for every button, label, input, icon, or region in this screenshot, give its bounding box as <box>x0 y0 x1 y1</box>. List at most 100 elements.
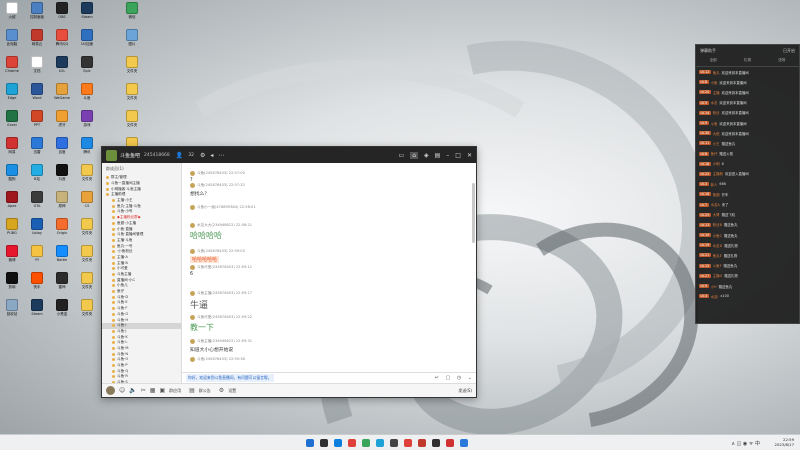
sender-avatar[interactable] <box>190 339 195 344</box>
desktop-icon[interactable]: WeGame <box>50 83 74 111</box>
enter-icon[interactable]: ↵ <box>435 375 439 381</box>
home-icon[interactable]: ⌂ <box>410 151 418 159</box>
send-button[interactable]: 发送(S) <box>458 388 472 394</box>
desktop-icon[interactable]: YY <box>25 245 49 273</box>
taskbar-app-icon[interactable] <box>390 439 398 447</box>
notice-icon[interactable]: ▤ <box>189 387 195 394</box>
desktop-icon[interactable]: 图片 <box>120 29 144 57</box>
desktop-icon[interactable]: Excel <box>0 110 24 138</box>
gear-icon[interactable]: ⚙ <box>219 387 224 394</box>
sender-avatar[interactable] <box>190 249 195 254</box>
more-icon[interactable]: ⋯ <box>218 152 224 159</box>
chat-message[interactable]: 斗鱼(245876403) 22:59:03 哈哈哈哈哈 <box>190 249 245 263</box>
desktop-icon[interactable]: 文件夹 <box>120 83 144 111</box>
danmu-panel[interactable]: 弹幕助手 已开启 全部 礼物 进场 LV.12 鱼丸 欢迎来到本直播间 LV.8 小鱼欢… <box>695 44 800 324</box>
desktop-icon[interactable]: 文件夹 <box>120 110 144 138</box>
desktop-icon[interactable]: Word <box>25 83 49 111</box>
desktop-icon[interactable]: 此电脑 <box>0 29 24 57</box>
desktop-icon[interactable]: Steam <box>25 299 49 327</box>
sender-avatar[interactable] <box>190 171 195 176</box>
desktop-icon[interactable]: Steam <box>75 2 99 30</box>
start-icon[interactable] <box>306 439 314 447</box>
chat-bottom-bar[interactable]: ☺ 🔈 ✂ ▦ ▣ 群应用 ▤ 群公告 ⚙ 设置 发送(S) <box>102 383 476 397</box>
sender-avatar[interactable] <box>190 183 195 188</box>
desktop-icon[interactable]: 微信 <box>120 2 144 30</box>
desktop-icon[interactable]: 斗鱼 <box>75 83 99 111</box>
sender-avatar[interactable] <box>190 357 195 362</box>
desktop-icon[interactable]: 腾讯QQ <box>50 29 74 57</box>
desktop-icon[interactable]: 迅雷 <box>25 137 49 165</box>
danmu-tab-enter[interactable]: 进场 <box>778 58 785 63</box>
emoji-icon[interactable]: ☺ <box>119 387 125 394</box>
maximize-icon[interactable]: □ <box>455 152 461 159</box>
desktop-icon[interactable]: PUBG <box>0 218 24 246</box>
bell-icon[interactable]: ◂ <box>210 152 213 159</box>
message-scrollbar[interactable] <box>472 183 475 243</box>
input-text[interactable]: 你好，欢迎来到斗鱼直播间，有问题可以留言哦。 <box>186 374 274 382</box>
chat-message[interactable]: 斗鱼(245876403) 22:59:38 <box>190 357 245 362</box>
desktop-icon[interactable]: 微博 <box>0 245 24 273</box>
desktop-icon[interactable]: 文件夹 <box>75 164 99 192</box>
desktop-icon[interactable]: Epic <box>75 56 99 84</box>
taskbar-app-icon[interactable] <box>334 439 342 447</box>
chat-message[interactable]: 斗鱼可爱(245876403) 22:59:22 教一下 <box>190 315 252 333</box>
chat-message[interactable]: 斗鱼主播(245876403) 22:59:17 牛逼 <box>190 291 252 311</box>
desktop-icon[interactable]: B站 <box>25 164 49 192</box>
desktop-icon[interactable]: 文件夹 <box>75 218 99 246</box>
desktop-icon[interactable]: Origin <box>50 218 74 246</box>
desktop-icon[interactable]: 虎牙 <box>50 110 74 138</box>
voice-icon[interactable]: 🔈 <box>129 387 136 394</box>
desktop-icon[interactable]: 酷狗 <box>0 164 24 192</box>
chat-titlebar[interactable]: 斗鱼鱼吧 245418668 👤 32 ⚙ ◂ ⋯ ▭ ⌂ ◈ ▤ – □ ✕ <box>102 147 476 163</box>
chat-message[interactable]: 斗鱼可爱(245876403) 22:59:11 6 <box>190 265 252 277</box>
desktop-icon[interactable]: OBS <box>50 2 74 30</box>
chat-message[interactable]: 斗鱼主播(234948622) 22:59:31 知道大小心想开始说 <box>190 339 252 353</box>
desktop-icon[interactable]: 网易云 <box>25 29 49 57</box>
close-icon[interactable]: ✕ <box>467 152 472 159</box>
desktop-icon[interactable]: UU加速 <box>75 29 99 57</box>
desktop-icon[interactable]: Uplay <box>25 218 49 246</box>
sender-avatar[interactable] <box>190 205 195 210</box>
desktop-icon[interactable]: LOL <box>50 56 74 84</box>
taskbar-app-icon[interactable] <box>432 439 440 447</box>
desktop-icon[interactable]: 控制面板 <box>25 2 49 30</box>
sender-avatar[interactable] <box>190 265 195 270</box>
message-input[interactable]: 你好，欢迎来到斗鱼直播间，有问题可以留言哦。 ↵ ▢ ◷ ⌄ <box>182 372 476 383</box>
taskbar[interactable]: ∧ ◫ ◉ ᯤ 中 22:59 2023/8/17 <box>0 434 800 450</box>
desktop-icon[interactable]: 快手 <box>25 272 49 300</box>
desktop-icon[interactable]: 原神 <box>50 191 74 219</box>
bottom-label-apps[interactable]: 群应用 <box>169 388 181 394</box>
game-icon[interactable]: ◈ <box>424 152 429 159</box>
chat-message[interactable]: 斗鱼(245876403) 22:57:00? <box>190 171 245 183</box>
desktop-icon[interactable]: PPT <box>25 110 49 138</box>
system-tray-icons[interactable]: ∧ ◫ ◉ ᯤ 中 <box>731 440 760 447</box>
message-area[interactable]: 斗鱼(245876403) 22:57:00? 斗鱼(245876403) 22:… <box>182 163 476 373</box>
bottom-label-notice[interactable]: 群公告 <box>199 388 211 394</box>
apps-icon[interactable]: ▣ <box>159 387 165 394</box>
clock-icon[interactable]: ◷ <box>457 375 461 381</box>
sender-avatar[interactable] <box>190 315 195 320</box>
desktop-icon[interactable]: 剪映 <box>0 272 24 300</box>
taskbar-app-icon[interactable] <box>376 439 384 447</box>
desktop-icon[interactable]: 网易 <box>0 137 24 165</box>
taskbar-app-icon[interactable] <box>320 439 328 447</box>
desktop-icon[interactable]: 百度 <box>50 137 74 165</box>
danmu-status[interactable]: 已开启 <box>783 48 795 54</box>
desktop-icon[interactable]: 游戏 <box>75 110 99 138</box>
taskbar-app-icon[interactable] <box>446 439 454 447</box>
taskbar-app-icon[interactable] <box>348 439 356 447</box>
bottom-label-settings[interactable]: 设置 <box>228 388 236 394</box>
minimize-icon[interactable]: – <box>446 152 449 159</box>
chat-message[interactable]: 斗鱼小一级(476899384) 22:58:01 <box>190 205 256 210</box>
desktop-icon[interactable]: Edge <box>0 83 24 111</box>
desktop-icon[interactable]: 文件夹 <box>75 245 99 273</box>
screenshot-icon[interactable]: ▢ <box>446 375 451 381</box>
desktop-icon[interactable]: 文件夹 <box>120 56 144 84</box>
desktop-icon[interactable]: 抖音 <box>50 164 74 192</box>
member-list[interactable]: 群成员(1) 群主/管理 斗鱼一直播间主播 小明播客·斗鱼主播 主播助理 主播·小王 鱼丸… <box>102 163 182 385</box>
desktop-icon[interactable]: CS <box>75 191 99 219</box>
settings-icon[interactable]: ⚙ <box>200 152 205 159</box>
desktop-icon[interactable]: 文件夹 <box>75 272 99 300</box>
chevron-down-icon[interactable]: ⌄ <box>468 375 472 381</box>
desktop-icon[interactable]: 文件夹 <box>75 299 99 327</box>
